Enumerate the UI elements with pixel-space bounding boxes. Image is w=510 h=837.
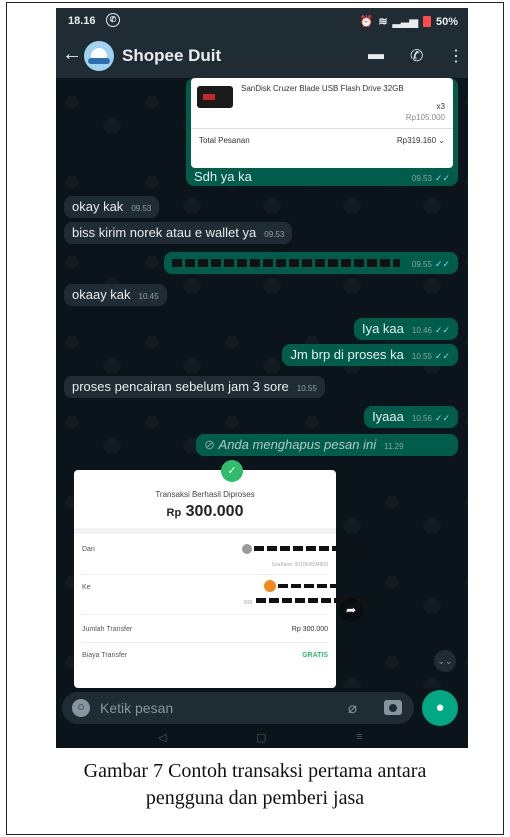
message-time: 11.29 — [384, 442, 404, 451]
message-text: Iyaaa — [372, 409, 404, 424]
recipient-avatar — [264, 580, 276, 592]
from-label: Dari — [82, 546, 95, 553]
message-bubble[interactable]: okay kak 09.53 — [64, 196, 160, 218]
message-time: 10.55 — [411, 352, 432, 361]
scroll-down-icon[interactable]: ⌄⌄ — [434, 650, 456, 672]
order-card[interactable]: SanDisk Cruzer Blade USB Flash Drive 32G… — [191, 78, 453, 168]
microphone-button[interactable]: ● — [422, 690, 458, 726]
caption-line-2: pengguna dan pemberi jasa — [145, 787, 365, 809]
nav-recents-icon[interactable]: ≡ — [356, 731, 362, 743]
double-check-icon: ✓✓ — [434, 325, 450, 335]
receipt-row-divider — [82, 614, 328, 615]
status-time: 18.16 — [68, 15, 96, 27]
message-bubble[interactable]: Iya kaa 10.46 ✓✓ — [353, 318, 458, 340]
contact-name[interactable]: Shopee Duit — [122, 46, 221, 66]
shop-icon[interactable]: ▬ — [368, 46, 384, 64]
battery-icon — [422, 16, 431, 27]
order-total-value: Rp319.160 ⌄ — [396, 136, 445, 145]
redaction-mark — [278, 584, 340, 588]
forward-icon[interactable]: ➦ — [339, 598, 363, 622]
system-nav-bar: ◁ ▢ ≡ — [56, 728, 468, 748]
message-placeholder: Ketik pesan — [100, 700, 174, 716]
order-divider — [191, 128, 453, 129]
attach-icon[interactable]: ⌀ — [348, 699, 357, 717]
status-bar: 18.16 ✆ ⏰ ≋ ▂▃▅ 50% — [56, 8, 468, 34]
chat-area[interactable]: SanDisk Cruzer Blade USB Flash Drive 32G… — [56, 78, 468, 688]
microphone-icon: ● — [435, 699, 445, 716]
message-text: Anda menghapus pesan ini — [218, 437, 377, 452]
receipt-amount: Rp 300.000 — [166, 503, 244, 520]
more-options-icon[interactable]: ⋮ — [448, 46, 464, 66]
transfer-receipt-image[interactable]: ✓ Transaksi Berhasil Diproses Rp 300.000… — [74, 460, 368, 688]
message-input[interactable]: ☺ Ketik pesan ⌀ — [62, 692, 414, 724]
flash-drive-image — [197, 86, 233, 108]
message-time: 09.53 — [264, 230, 285, 239]
alarm-icon: ⏰ — [359, 16, 374, 28]
message-text: biss kirim norek atau e wallet ya — [72, 225, 257, 240]
caption-line-1: Gambar 7 Contoh transaksi pertama antara — [83, 760, 427, 782]
message-bubble[interactable]: Sdh ya ka 09.53 ✓✓ — [186, 166, 458, 188]
check-circle-icon: ✓ — [221, 460, 243, 482]
message-time: 09.53 — [131, 204, 152, 213]
message-bubble[interactable]: proses pencairan sebelum jam 3 sore 10.55 — [64, 376, 325, 398]
from-account: SeaBank: 901864594809 — [271, 562, 328, 568]
to-bank: BRI — [244, 600, 253, 606]
message-bubble[interactable]: Jm brp di proses ka 10.55 ✓✓ — [282, 344, 458, 366]
message-text: okay kak — [72, 199, 124, 214]
receipt-row-divider — [82, 642, 328, 643]
receipt-row-divider — [82, 574, 328, 575]
to-label: Ke — [82, 584, 91, 591]
message-time: 10.56 — [411, 414, 432, 423]
transfer-amount-value: Rp 300.000 — [291, 626, 328, 633]
message-bubble-redacted[interactable]: 09.55 ✓✓ — [164, 252, 458, 274]
camera-icon[interactable] — [384, 700, 402, 715]
sender-avatar — [242, 544, 252, 554]
signal-icon: ▂▃▅ — [392, 16, 418, 28]
transfer-amount-label: Jumlah Transfer — [82, 626, 133, 633]
chat-header: ← Shopee Duit ▬ ✆ ⋮ — [56, 34, 468, 78]
message-time: 10.46 — [411, 326, 432, 335]
message-text: Iya kaa — [361, 321, 404, 336]
status-indicators: ⏰ ≋ ▂▃▅ 50% — [359, 15, 458, 29]
wifi-icon: ≋ — [378, 16, 388, 28]
battery-level: 50% — [435, 15, 458, 28]
nav-home-icon[interactable]: ▢ — [256, 731, 266, 744]
message-text: okaay kak — [72, 287, 131, 302]
product-quantity: x3 — [436, 102, 445, 111]
deleted-message-bubble[interactable]: ⊘ Anda menghapus pesan ini 11.29 — [196, 434, 458, 456]
blocked-icon: ⊘ — [204, 437, 215, 452]
figure-caption: Gambar 7 Contoh transaksi pertama antara… — [6, 758, 504, 812]
message-text: Sdh ya ka — [194, 169, 252, 184]
arrow-left-icon[interactable]: ← — [62, 43, 82, 66]
emoji-icon[interactable]: ☺ — [72, 699, 90, 717]
product-name: SanDisk Cruzer Blade USB Flash Drive 32G… — [241, 84, 404, 93]
message-time: 10.55 — [296, 384, 317, 393]
redaction-mark — [172, 259, 400, 267]
receipt-status: Transaksi Berhasil Diproses — [155, 490, 255, 499]
message-time: 09.53 — [411, 174, 432, 183]
transfer-fee-label: Biaya Transfer — [82, 652, 128, 659]
message-composer: ☺ Ketik pesan ⌀ ● — [56, 688, 468, 728]
message-text: Jm brp di proses ka — [290, 347, 404, 362]
product-price: Rp105.000 — [405, 113, 445, 122]
double-check-icon: ✓✓ — [434, 413, 450, 423]
double-check-icon: ✓✓ — [434, 173, 450, 183]
double-check-icon: ✓✓ — [434, 259, 450, 269]
transfer-fee-value: GRATIS — [302, 652, 328, 659]
double-check-icon: ✓✓ — [434, 351, 450, 361]
contact-avatar[interactable] — [84, 41, 114, 71]
redaction-mark — [254, 546, 366, 551]
message-bubble[interactable]: Iyaaa 10.56 ✓✓ — [364, 406, 458, 428]
whatsapp-notification-icon: ✆ — [106, 13, 120, 27]
receipt-divider — [74, 528, 336, 534]
nav-back-icon[interactable]: ◁ — [158, 731, 166, 744]
add-call-icon[interactable]: ✆ — [410, 46, 423, 66]
message-bubble[interactable]: biss kirim norek atau e wallet ya 09.53 — [64, 222, 293, 244]
phone-screenshot: 18.16 ✆ ⏰ ≋ ▂▃▅ 50% ← Shopee Duit ▬ ✆ ⋮ … — [56, 8, 468, 748]
message-time: 10.45 — [138, 292, 159, 301]
message-text: proses pencairan sebelum jam 3 sore — [72, 379, 289, 394]
order-total-label: Total Pesanan — [199, 136, 250, 145]
message-time: 09.55 — [411, 260, 432, 269]
message-bubble[interactable]: okaay kak 10.45 — [64, 284, 167, 306]
